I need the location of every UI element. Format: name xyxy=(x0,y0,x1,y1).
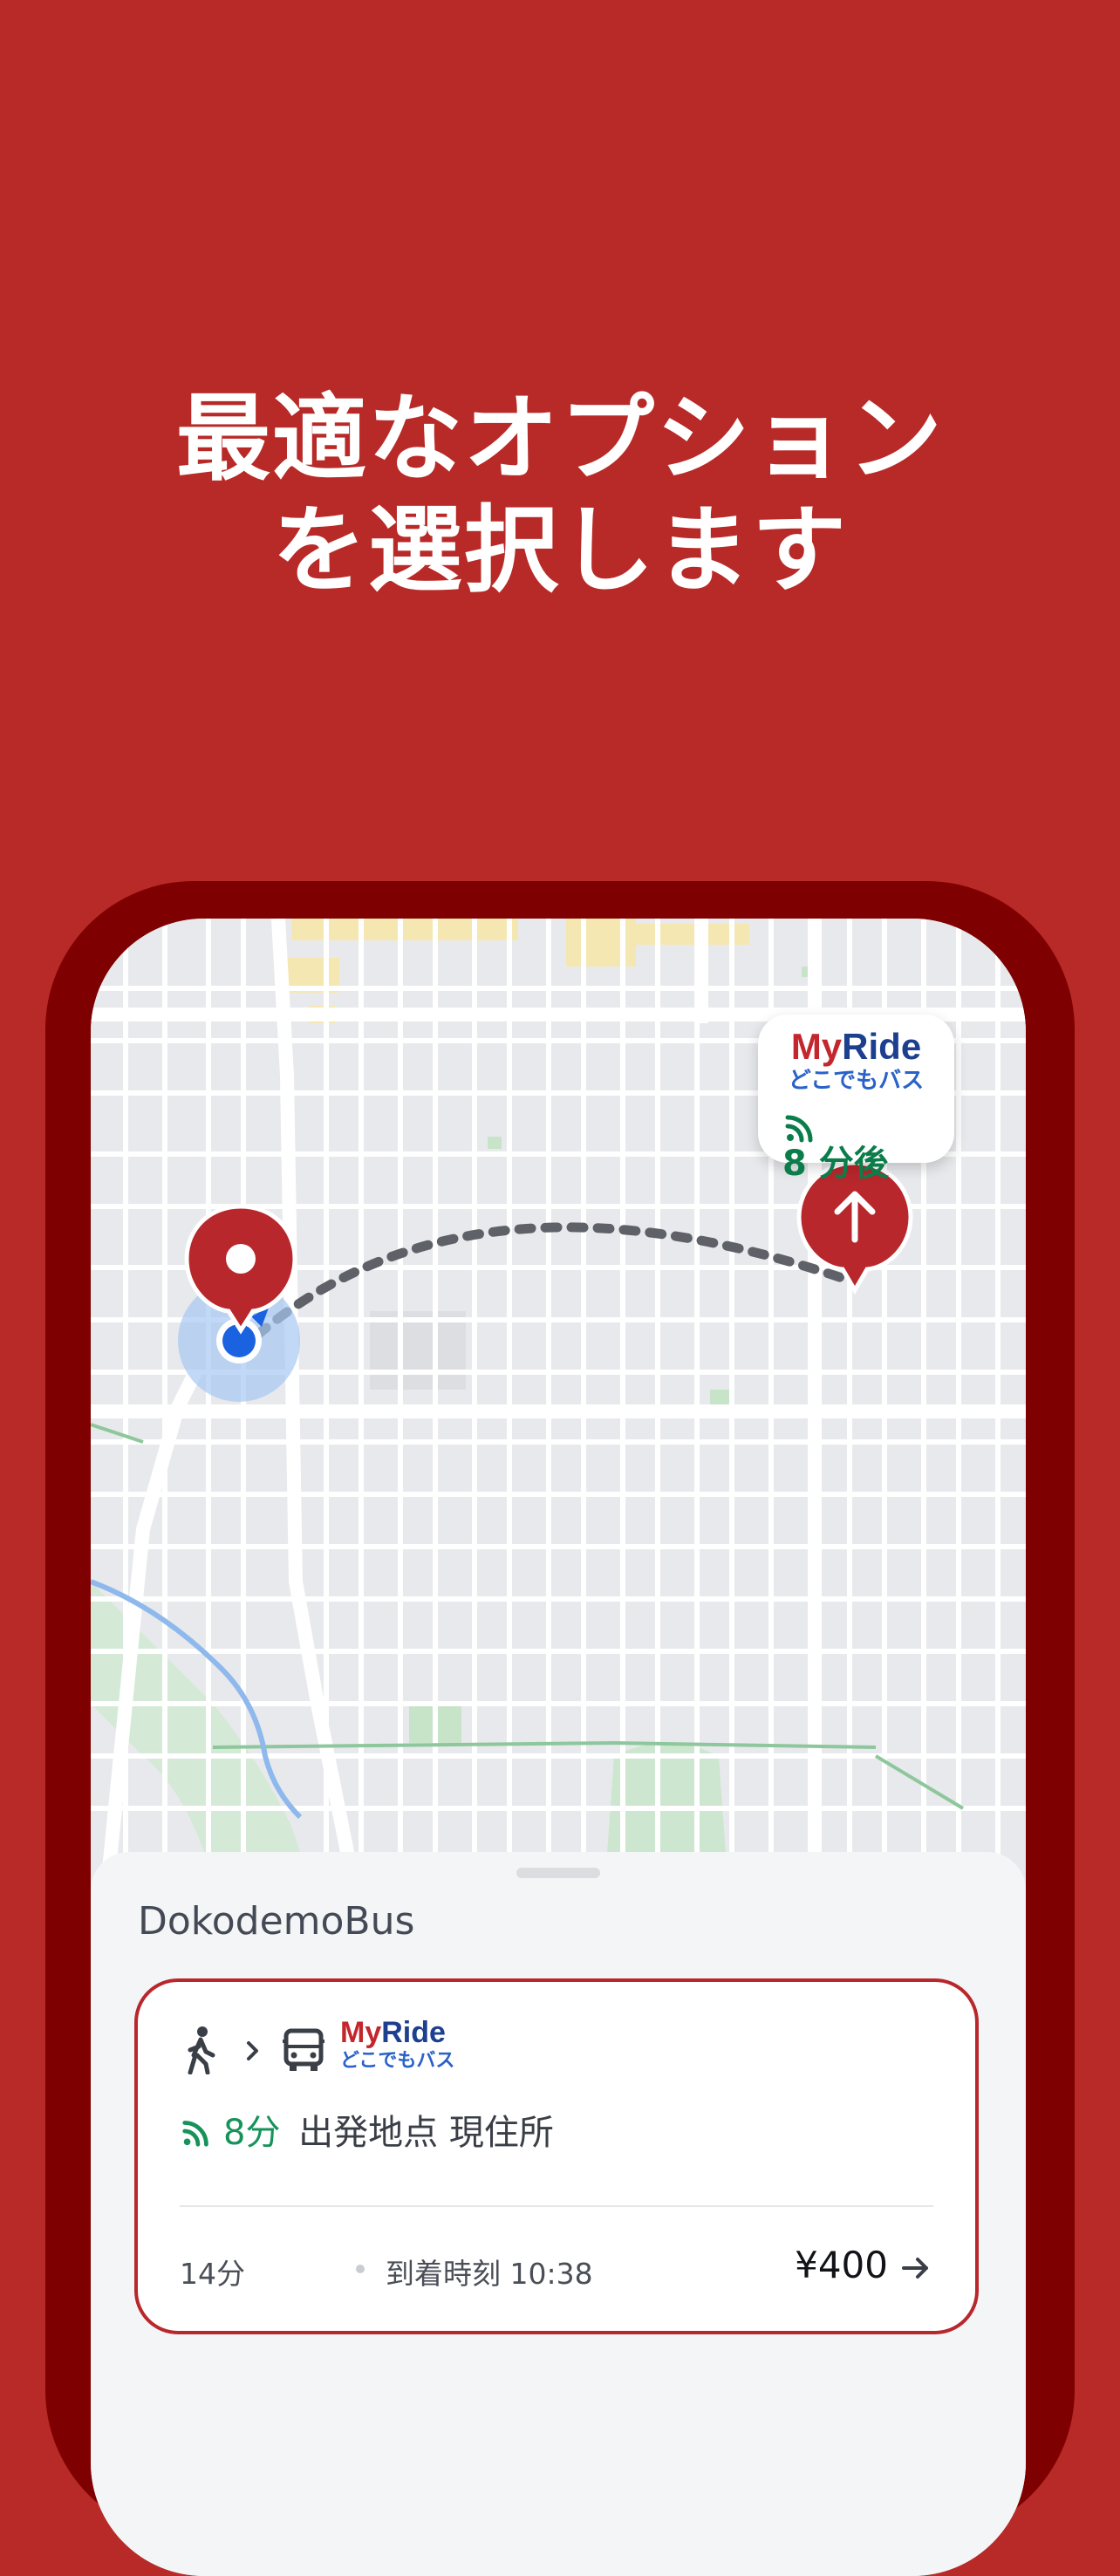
headline-line-1: 最適なオプション xyxy=(175,385,944,494)
card-myride-logo: MyRide xyxy=(340,2016,446,2049)
bus-eta-callout[interactable]: MyRide どこでもバス 8 分後 xyxy=(758,1015,954,1184)
separator-dot xyxy=(356,2265,365,2273)
bus-icon xyxy=(283,2028,324,2071)
card-eta-time: 8分 xyxy=(223,2113,281,2153)
card-eta-row: 8分 出発地点 現住所 xyxy=(180,2111,554,2155)
live-signal-icon xyxy=(785,1115,813,1143)
sheet-drag-handle[interactable] xyxy=(516,1868,600,1878)
arrow-right-icon[interactable] xyxy=(898,2251,933,2286)
headline-line-2: を選択します xyxy=(271,496,848,605)
fare-price: ¥400 xyxy=(795,2244,888,2286)
map[interactable]: MyRide どこでもバス 8 分後 xyxy=(91,919,1026,1878)
sheet-title: DokodemoBus xyxy=(138,1899,415,1944)
myride-subtitle: どこでもバス xyxy=(788,1068,925,1094)
walk-icon xyxy=(188,2026,215,2074)
chevron-right-icon xyxy=(247,2041,258,2060)
card-myride-subtitle: どこでもバス xyxy=(340,2050,455,2072)
origin-pin-icon[interactable] xyxy=(183,1203,298,1343)
arrival-time: 到着時刻 10:38 xyxy=(386,2257,593,2291)
route-option-card[interactable]: MyRide どこでもバス 8分 出発地点 現住所 14分 到着時刻 10:38… xyxy=(134,1978,979,2334)
myride-logo: MyRide xyxy=(790,1026,922,1067)
live-signal-icon xyxy=(182,2121,208,2147)
bottom-sheet[interactable]: DokodemoBus MyRide どこでもバス 8分 出発地点 現住所 14… xyxy=(91,1852,1026,2576)
headline: 最適なオプション を選択します xyxy=(0,384,1120,607)
phone-screen: MyRide どこでもバス 8 分後 DokodemoBus MyRide どこ… xyxy=(91,919,1026,2576)
callout-eta: 8 分後 xyxy=(782,1109,889,1184)
callout-eta-text: 8 分後 xyxy=(782,1144,889,1184)
card-divider xyxy=(180,2205,933,2207)
card-footer: 14分 到着時刻 10:38 ¥400 xyxy=(180,2244,933,2296)
card-departure: 出発地点 現住所 xyxy=(298,2113,554,2153)
trip-duration: 14分 xyxy=(180,2257,245,2291)
